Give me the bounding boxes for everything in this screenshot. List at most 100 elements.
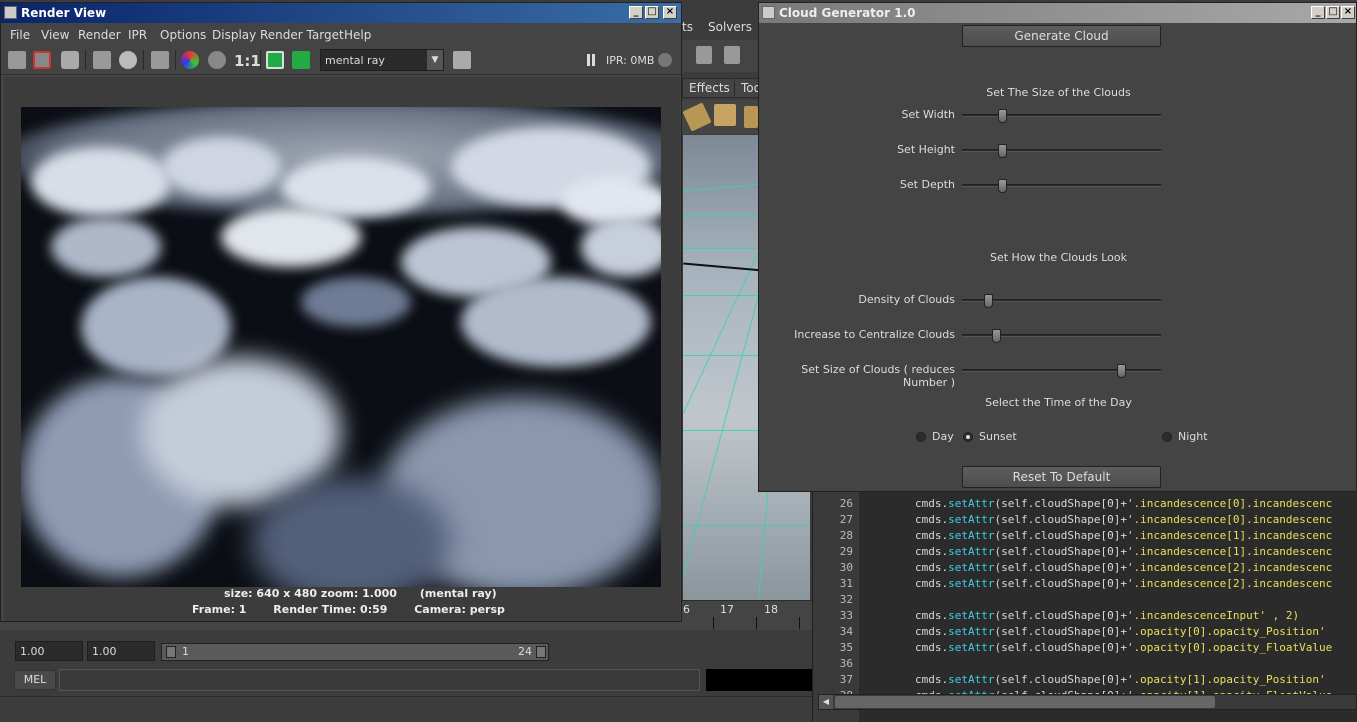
render-view-titlebar[interactable]: Render View _ □ ×: [1, 3, 681, 23]
ipr-render-icon[interactable]: [93, 51, 111, 69]
menu-file[interactable]: File: [10, 28, 30, 42]
refresh-ipr-icon[interactable]: [119, 51, 137, 69]
menu-render-target[interactable]: Render Target: [260, 28, 344, 42]
start-time-field[interactable]: 1.00: [15, 641, 83, 661]
shelf-tab-effects[interactable]: Effects: [682, 78, 737, 98]
menu-options[interactable]: Options: [160, 28, 206, 42]
radio-day-button[interactable]: [916, 432, 926, 442]
range-end-label: 24: [518, 645, 532, 658]
minimize-icon[interactable]: _: [629, 6, 643, 19]
slider-track[interactable]: [962, 294, 1161, 308]
script-editor-panel[interactable]: 26 cmds.setAttr(self.cloudShape[0]+'.inca…: [812, 490, 1357, 722]
ipr-memory-status: IPR: 0MB: [606, 54, 655, 67]
menu-view[interactable]: View: [41, 28, 69, 42]
slider-track[interactable]: [962, 109, 1161, 123]
shelf-icon[interactable]: [724, 46, 740, 64]
code-string-token: '.opacity[0].opacity_Position': [1126, 625, 1326, 638]
range-handle-right[interactable]: [536, 646, 546, 658]
render-region-icon[interactable]: [33, 51, 51, 69]
scroll-left-arrow-icon[interactable]: ◀: [819, 695, 833, 709]
size-section-heading: Set The Size of the Clouds: [986, 86, 1131, 99]
code-line[interactable]: 26 cmds.setAttr(self.cloudShape[0]+'.inca…: [813, 497, 1357, 513]
toolbar-separator: [260, 50, 261, 70]
range-slider[interactable]: 1 24: [161, 643, 549, 661]
slider-track[interactable]: [962, 329, 1161, 343]
real-size-button[interactable]: 1:1: [234, 52, 261, 70]
help-line: [0, 696, 812, 722]
slider-label: Set Depth: [899, 178, 955, 191]
redo-render-icon[interactable]: [8, 51, 26, 69]
render-canvas[interactable]: size: 640 x 480 zoom: 1.000 (mental ray)…: [4, 77, 680, 621]
shelf-effect-icon[interactable]: [744, 106, 758, 128]
cloud-generator-titlebar[interactable]: Cloud Generator 1.0 _ □ ×: [759, 3, 1356, 23]
code-line[interactable]: 35 cmds.setAttr(self.cloudShape[0]+'.opac…: [813, 641, 1357, 657]
code-function-token: setAttr: [948, 561, 995, 574]
slider-handle[interactable]: [992, 329, 1001, 343]
code-token: cmds.: [915, 609, 949, 622]
slider-handle[interactable]: [998, 144, 1007, 158]
range-handle-left[interactable]: [166, 646, 176, 658]
remove-image-icon[interactable]: [292, 51, 310, 69]
code-function-token: setAttr: [948, 673, 995, 686]
code-line[interactable]: 32: [813, 593, 1357, 609]
snapshot-camera-icon[interactable]: [61, 51, 79, 69]
time-tick-label: 6: [683, 603, 690, 616]
menu-render[interactable]: Render: [78, 28, 121, 42]
render-view-menubar: File View Render IPR Options Display Ren…: [1, 25, 681, 45]
chevron-down-icon[interactable]: ▼: [427, 50, 443, 70]
slider-handle[interactable]: [998, 179, 1007, 193]
render-settings-icon[interactable]: [453, 51, 471, 69]
shelf-effect-icon[interactable]: [714, 104, 736, 126]
maximize-icon[interactable]: □: [645, 6, 659, 19]
mel-language-toggle[interactable]: MEL: [14, 670, 56, 690]
code-line[interactable]: 29 cmds.setAttr(self.cloudShape[0]+'.inca…: [813, 545, 1357, 561]
code-line[interactable]: 28 cmds.setAttr(self.cloudShape[0]+'.inca…: [813, 529, 1357, 545]
slider-track[interactable]: [962, 144, 1161, 158]
code-line[interactable]: 37 cmds.setAttr(self.cloudShape[0]+'.opac…: [813, 673, 1357, 689]
menu-display[interactable]: Display: [212, 28, 256, 42]
shelf-effect-icon[interactable]: [682, 102, 712, 132]
alpha-channel-icon[interactable]: [208, 51, 226, 69]
slider-track[interactable]: [962, 179, 1161, 193]
command-input[interactable]: [59, 669, 700, 691]
window-title: Render View: [21, 6, 107, 20]
range-start-label: 1: [182, 645, 189, 658]
code-token: (self.cloudShape[0]+: [994, 641, 1127, 654]
minimize-icon[interactable]: _: [1311, 6, 1325, 19]
menu-ipr[interactable]: IPR: [128, 28, 147, 42]
line-number: 31: [839, 577, 853, 590]
close-icon[interactable]: ×: [663, 6, 677, 19]
menu-fields-partial[interactable]: ts: [682, 20, 693, 38]
code-line[interactable]: 30 cmds.setAttr(self.cloudShape[0]+'.inca…: [813, 561, 1357, 577]
slider-label: Set Height: [897, 143, 955, 156]
slider-handle[interactable]: [1117, 364, 1126, 378]
horizontal-scrollbar[interactable]: ◀: [818, 694, 1357, 710]
code-line[interactable]: 36: [813, 657, 1357, 673]
render-sequence-icon[interactable]: [151, 51, 169, 69]
code-line[interactable]: 27 cmds.setAttr(self.cloudShape[0]+'.inca…: [813, 513, 1357, 529]
menu-help[interactable]: Help: [344, 28, 371, 42]
reset-to-default-button[interactable]: Reset To Default: [962, 466, 1161, 488]
renderer-select[interactable]: mental ray ▼: [320, 49, 444, 71]
generate-cloud-button[interactable]: Generate Cloud: [962, 25, 1161, 47]
window-app-icon: [4, 6, 17, 19]
pause-icon[interactable]: [587, 54, 590, 66]
menu-solvers[interactable]: Solvers: [708, 20, 752, 38]
rgb-channels-icon[interactable]: [181, 51, 199, 69]
radio-night-button[interactable]: [1162, 432, 1172, 442]
maximize-icon[interactable]: □: [1326, 6, 1340, 19]
keep-image-icon[interactable]: [266, 51, 284, 69]
slider-handle[interactable]: [998, 109, 1007, 123]
code-line[interactable]: 34 cmds.setAttr(self.cloudShape[0]+'.opac…: [813, 625, 1357, 641]
slider-handle[interactable]: [984, 294, 993, 308]
shelf-icon[interactable]: [696, 46, 712, 64]
radio-night-label: Night: [1178, 430, 1208, 443]
slider-track[interactable]: [962, 364, 1161, 378]
code-line[interactable]: 33 cmds.setAttr(self.cloudShape[0]+'.inca…: [813, 609, 1357, 625]
code-token: cmds.: [915, 513, 949, 526]
radio-sunset-button[interactable]: [963, 432, 973, 442]
range-start-field[interactable]: 1.00: [87, 641, 155, 661]
scroll-thumb[interactable]: [835, 696, 1215, 708]
code-line[interactable]: 31 cmds.setAttr(self.cloudShape[0]+'.inca…: [813, 577, 1357, 593]
close-icon[interactable]: ×: [1341, 6, 1355, 19]
